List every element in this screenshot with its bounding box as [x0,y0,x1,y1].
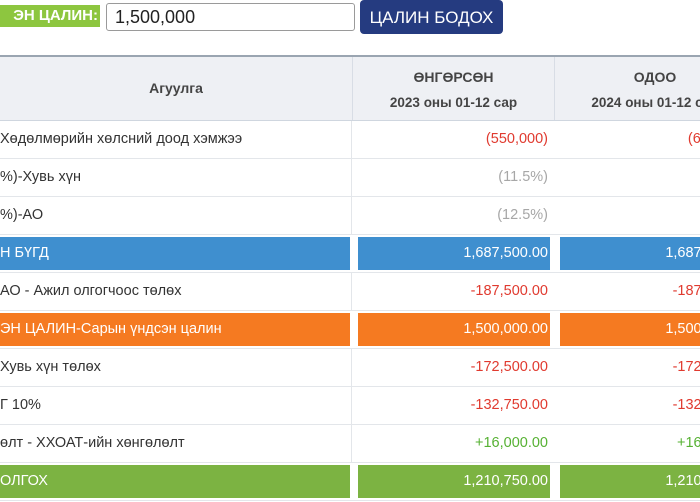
row-value-previous: (11.5%) [498,169,548,185]
current-title: ОДОО [633,69,677,85]
table-row: %)-АО (12.5%) (12.5%) [0,197,700,235]
row-value-current: 1,500,000.00 [665,321,700,337]
row-label: %)-АО [0,197,352,234]
table-row: өлт - ХХОАТ-ийн хөнгөлөлт +16,000.00 +16,0… [0,425,700,463]
row-value-current: -132,750.00 [672,397,700,413]
salary-calculator-bar: ЭН ЦАЛИН: ЦАЛИН БОДОХ [0,0,700,40]
current-period: 2024 оны 01-12 сар [591,95,700,110]
row-value-previous: -187,500.00 [470,283,548,299]
previous-period: 2023 оны 01-12 сар [389,95,518,110]
row-value-previous: 1,500,000.00 [463,321,548,337]
table-row: Хөдөлмөрийн хөлсний доод хэмжээ (550,000)… [0,121,700,159]
row-current-cell: +16,000.00 [555,425,700,462]
row-value-previous: (550,000) [485,131,548,147]
previous-title: ӨНГӨРСӨН [413,69,494,85]
salary-label: ЭН ЦАЛИН: [0,5,100,27]
row-value-previous: -132,750.00 [470,397,548,413]
table-row: %)-Хувь хүн (11.5%) (11.5%) [0,159,700,197]
table-row: АО - Ажил олгогчоос төлөх -187,500.00 -187… [0,273,700,311]
calculate-salary-button[interactable]: ЦАЛИН БОДОХ [360,0,503,34]
row-current-cell: 1,687,500.00 [555,235,700,272]
row-current-cell: 1,500,000.00 [555,311,700,348]
row-label: АО - Ажил олгогчоос төлөх [0,273,352,310]
row-label: Н БҮГД [0,245,49,261]
row-value-previous: 1,210,750.00 [463,473,548,489]
table-row: Хувь хүн төлөх -172,500.00 -172,500.00 [0,349,700,387]
row-current-cell: (12.5%) [555,197,700,234]
row-current-cell: (660,000) [555,121,700,158]
row-label: %)-Хувь хүн [0,159,352,196]
row-value-current: -187,500.00 [672,283,700,299]
row-current-cell: 1,210,750.00 [555,463,700,500]
salary-input[interactable] [106,3,355,31]
row-label: Хөдөлмөрийн хөлсний доод хэмжээ [0,121,352,158]
row-current-cell: (11.5%) [555,159,700,196]
row-value-current: +16,000.00 [677,435,700,451]
table-header: Агуулга ӨНГӨРСӨН 2023 оны 01-12 сар ОДОО… [0,57,700,121]
row-label: Г 10% [0,387,352,424]
row-value-previous: (12.5%) [497,207,548,223]
table-row: Г 10% -132,750.00 -132,750.00 [0,387,700,425]
column-header-previous: ӨНГӨРСӨН 2023 оны 01-12 сар [353,57,555,120]
table-row: ЭН ЦАЛИН-Сарын үндсэн цалин 1,500,000.00 1… [0,311,700,349]
row-current-cell: -172,500.00 [555,349,700,386]
row-label: ОЛГОХ [0,473,48,489]
row-current-cell: -132,750.00 [555,387,700,424]
row-value-current: (11.5%) [560,159,700,196]
row-current-cell: -187,500.00 [555,273,700,310]
row-value-current: (660,000) [687,131,700,147]
column-header-category: Агуулга [0,57,353,120]
row-label: ЭН ЦАЛИН-Сарын үндсэн цалин [0,321,222,337]
row-label: Хувь хүн төлөх [0,349,352,386]
row-value-previous: -172,500.00 [470,359,548,375]
row-value-previous: 1,687,500.00 [463,245,548,261]
row-value-current: -172,500.00 [672,359,700,375]
row-value-previous: +16,000.00 [475,435,548,451]
table-row: Н БҮГД 1,687,500.00 1,687,500.00 [0,235,700,273]
table-body: Хөдөлмөрийн хөлсний доод хэмжээ (550,000)… [0,121,700,501]
salary-table: Агуулга ӨНГӨРСӨН 2023 оны 01-12 сар ОДОО… [0,55,700,502]
row-value-current: 1,687,500.00 [665,245,700,261]
table-row: ОЛГОХ 1,210,750.00 1,210,750.00 [0,463,700,501]
row-label: өлт - ХХОАТ-ийн хөнгөлөлт [0,425,352,462]
row-value-current: 1,210,750.00 [665,473,700,489]
column-header-current: ОДОО 2024 оны 01-12 сар [555,57,700,120]
row-value-current: (12.5%) [560,197,700,234]
